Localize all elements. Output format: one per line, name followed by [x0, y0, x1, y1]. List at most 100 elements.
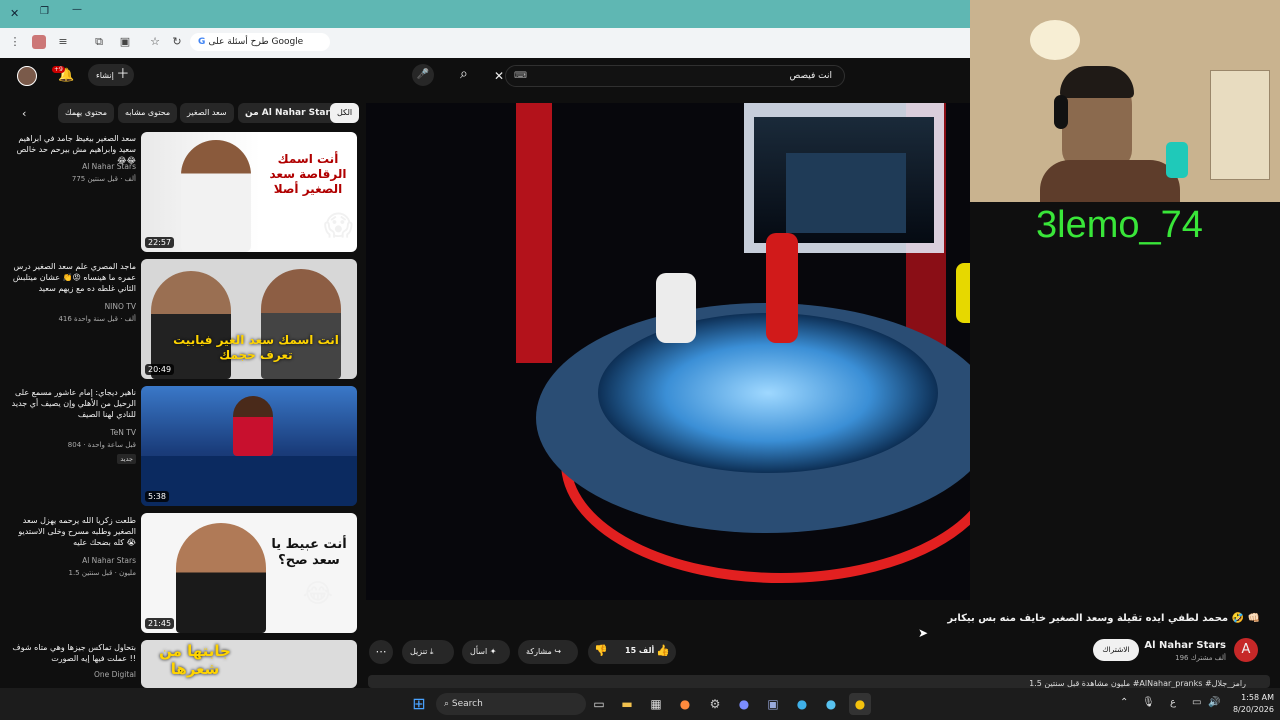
volume-icon[interactable]: 🔊: [1208, 697, 1220, 708]
description-preview[interactable]: 1.5 مليون مشاهدة قبل سنتين #AlNahar_pran…: [368, 675, 1270, 688]
thumb-desk: [141, 456, 357, 506]
google-g-icon: G: [198, 37, 209, 47]
dislike-icon[interactable]: 👎: [594, 644, 608, 657]
tray-chevron-icon[interactable]: ⌃: [1120, 697, 1128, 708]
chip-content-for-you[interactable]: محتوى يهمك: [58, 103, 115, 123]
omnibox[interactable]: G طرح أسئلة على Google: [190, 33, 330, 51]
gamertag-panel: 3lemo_74: [970, 202, 1280, 260]
clock-time[interactable]: 1:58 AM: [1228, 693, 1274, 702]
upload-age: قبل ساعة واحدة: [87, 441, 136, 449]
guest-left: [656, 273, 696, 343]
clock-date[interactable]: 8/20/2026: [1222, 705, 1274, 714]
list-item[interactable]: أنت اسمك الرقاصة سعد الصغير أصلا 😱 22:57…: [0, 132, 360, 254]
gamertag: 3lemo_74: [1036, 204, 1203, 246]
duration-badge: 22:57: [145, 237, 175, 248]
search-value: انت فيصص: [789, 71, 832, 81]
keyboard-icon[interactable]: ⌨: [514, 66, 527, 86]
duration-badge: 5:38: [145, 491, 169, 502]
list-item[interactable]: انت اسمك سعد الغير فيابيت تعرف حجمك 20:4…: [0, 259, 360, 381]
input-language[interactable]: ع: [1170, 697, 1176, 708]
video-player[interactable]: [366, 103, 970, 600]
voice-search-button[interactable]: 🎤: [412, 64, 434, 86]
video-title[interactable]: ناهير ديجاي: إمام عاشور مسمع على الرحيل …: [6, 387, 136, 420]
video-title: محمد لطفي ايده تقيلة وسعد الصغير خايف من…: [947, 613, 1260, 624]
channel-name[interactable]: Al Nahar Stars: [82, 556, 136, 565]
extensions-icon[interactable]: ⧉: [92, 35, 106, 49]
upload-age: قبل سنتين: [81, 569, 113, 577]
video-title[interactable]: ماجد المصري علم سعد الصغير درس عمره ما ه…: [6, 261, 136, 294]
network-icon[interactable]: ▭: [1192, 697, 1201, 708]
app-icon[interactable]: ▣: [762, 693, 784, 715]
view-count: 804: [67, 441, 82, 449]
list-item[interactable]: 5:38 ناهير ديجاي: إمام عاشور مسمع على ال…: [0, 386, 360, 508]
channel-name[interactable]: TeN TV: [110, 428, 136, 437]
more-actions-button[interactable]: ⋯: [369, 640, 393, 664]
profile-icon[interactable]: [32, 35, 46, 49]
taskbar-search[interactable]: ⌕ Search: [436, 693, 586, 715]
download-button[interactable]: تنزيل ⤓: [402, 640, 454, 664]
discord-icon[interactable]: ●: [733, 693, 755, 715]
edge-beta-icon[interactable]: ●: [820, 693, 842, 715]
thumb-caption: جابتها من شعرها: [159, 642, 231, 678]
video-meta: 1.5 مليون · قبل سنتين: [68, 569, 137, 577]
taskbar-search-icon: ⌕: [444, 699, 452, 709]
chips-left-arrow-icon[interactable]: ‹: [22, 107, 26, 120]
chip-from-channel[interactable]: من Al Nahar Stars: [238, 103, 343, 123]
chip-all[interactable]: الكل: [330, 103, 360, 123]
reading-list-icon[interactable]: ≡: [56, 35, 70, 49]
create-button[interactable]: إنشاء ＋: [88, 64, 134, 86]
start-icon[interactable]: ⊞: [408, 693, 430, 715]
channel-avatar[interactable]: A: [1234, 638, 1258, 662]
channel-name[interactable]: One Digital: [94, 670, 136, 679]
download-label: تنزيل: [410, 647, 428, 656]
task-view-icon[interactable]: ▭: [588, 693, 610, 715]
close-icon[interactable]: ✕: [10, 7, 19, 20]
webcam-overlay: [970, 0, 1280, 202]
search-icon[interactable]: ⌕: [460, 66, 468, 82]
channel-name[interactable]: Al Nahar Stars: [1140, 640, 1226, 651]
edge-icon[interactable]: ●: [791, 693, 813, 715]
reload-icon[interactable]: ↻: [170, 35, 184, 49]
tab-search-icon[interactable]: ▣: [118, 35, 132, 49]
mouse-cursor-icon: ➤: [918, 626, 929, 640]
settings-app-icon[interactable]: ⚙: [704, 693, 726, 715]
channel-name[interactable]: Al Nahar Stars: [82, 162, 136, 171]
video-thumbnail[interactable]: أنت اسمك الرقاصة سعد الصغير أصلا 😱 22:57: [141, 132, 357, 252]
duration-badge: 20:49: [145, 364, 175, 375]
list-item[interactable]: أنت عبيط يا سعد صح؟ 😂 21:45 طلعت زكريا ا…: [0, 513, 360, 635]
subscriber-count: 196 ألف مشترك: [1175, 654, 1226, 662]
store-icon[interactable]: ▦: [645, 693, 667, 715]
thumb-person-center: [233, 396, 273, 456]
video-meta: 416 ألف · قبل سنة واحدة: [58, 315, 136, 323]
list-item[interactable]: جابتها من شعرها بتحاول تماكس جيزها وهي م…: [0, 640, 360, 688]
back-red-panel-left: [516, 103, 552, 363]
clear-search-icon[interactable]: ✕: [494, 66, 504, 86]
channel-name[interactable]: NINO TV: [105, 302, 136, 311]
ask-label: اسأل: [470, 647, 488, 656]
share-button[interactable]: مشاركة ↪: [518, 640, 578, 664]
firefox-icon[interactable]: ●: [674, 693, 696, 715]
chip-saad[interactable]: سعد الصغير: [180, 103, 234, 123]
subscribe-button[interactable]: الاشتراك: [1093, 639, 1139, 661]
thumb-person: [181, 140, 251, 252]
video-meta: 804 · قبل ساعة واحدة: [67, 441, 136, 449]
file-explorer-icon[interactable]: ▬: [616, 693, 638, 715]
minimize-icon[interactable]: —: [72, 4, 82, 15]
chip-similar[interactable]: محتوى مشابه: [118, 103, 178, 123]
like-icon[interactable]: 👍: [656, 644, 670, 657]
bookmark-star-icon[interactable]: ☆: [148, 35, 162, 49]
video-thumbnail[interactable]: جابتها من شعرها: [141, 640, 357, 688]
search-input[interactable]: ✕ ⌨ انت فيصص: [494, 65, 845, 87]
chrome-icon[interactable]: ●: [849, 693, 871, 715]
restore-icon[interactable]: ❐: [40, 6, 49, 17]
video-thumbnail[interactable]: انت اسمك سعد الغير فيابيت تعرف حجمك 20:4…: [141, 259, 357, 379]
menu-icon[interactable]: ⋮: [8, 35, 22, 49]
ask-button[interactable]: اسأل ✦: [462, 640, 510, 664]
video-title[interactable]: طلعت زكريا الله يرحمه يهزل سعد الصغير وط…: [6, 515, 136, 548]
video-thumbnail[interactable]: 5:38: [141, 386, 357, 506]
account-avatar[interactable]: [17, 66, 37, 86]
video-title[interactable]: بتحاول تماكس جيزها وهي متاه شوف عملت فيه…: [6, 642, 136, 664]
tray-mic-icon[interactable]: 🎙: [1142, 697, 1155, 708]
video-thumbnail[interactable]: أنت عبيط يا سعد صح؟ 😂 21:45: [141, 513, 357, 633]
thumb-person: [176, 523, 266, 633]
